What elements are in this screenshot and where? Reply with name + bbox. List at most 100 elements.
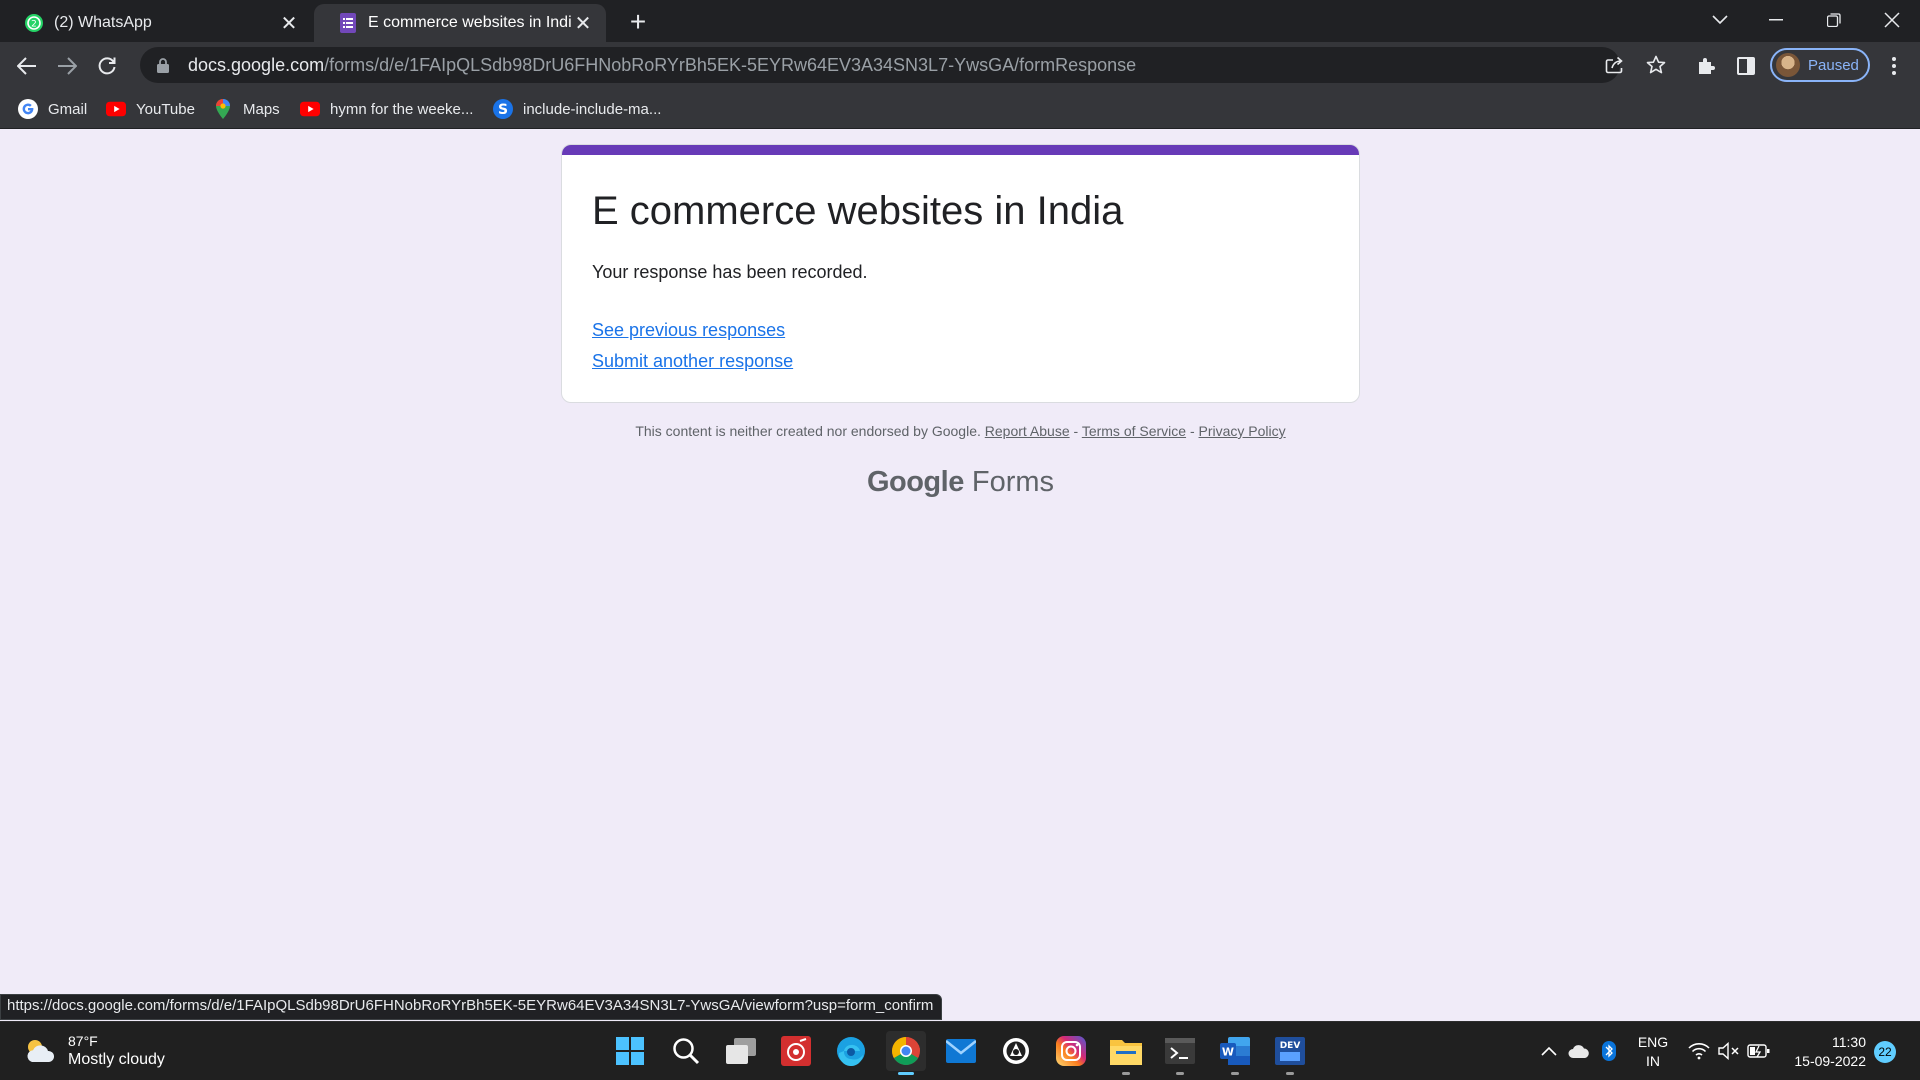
file-explorer-icon[interactable]: [1106, 1031, 1146, 1075]
svg-text:W: W: [1222, 1046, 1234, 1059]
close-tab-icon[interactable]: ✕: [572, 12, 594, 35]
form-accent-bar: [562, 145, 1359, 155]
windows-start-icon[interactable]: [610, 1031, 650, 1071]
tab-google-form[interactable]: E commerce websites in India ✕: [314, 4, 606, 42]
close-window-icon[interactable]: [1864, 0, 1920, 40]
url-text: docs.google.com/forms/d/e/1FAIpQLSdb98Dr…: [188, 55, 1136, 76]
form-confirmation-card: E commerce websites in India Your respon…: [561, 144, 1360, 403]
chrome-icon[interactable]: [886, 1031, 926, 1075]
running-indicator: [1286, 1072, 1294, 1075]
maps-icon: [213, 99, 233, 119]
separator: -: [1069, 423, 1082, 439]
browser-toolbar: docs.google.com/forms/d/e/1FAIpQLSdb98Dr…: [0, 42, 1920, 88]
svg-text:2: 2: [31, 20, 37, 30]
running-indicator: [1231, 1072, 1239, 1075]
volume-muted-icon[interactable]: [1716, 1038, 1742, 1064]
lock-icon[interactable]: [154, 56, 172, 74]
tab-whatsapp[interactable]: 2 (2) WhatsApp ✕: [0, 4, 312, 42]
language-code: ENG: [1637, 1034, 1669, 1050]
see-previous-responses-link[interactable]: See previous responses: [592, 320, 785, 341]
edge-icon[interactable]: [831, 1031, 871, 1071]
tab-title: (2) WhatsApp: [54, 14, 152, 31]
bookmark-include[interactable]: S include-include-ma...: [493, 96, 661, 122]
google-forms-logo[interactable]: Google Forms: [561, 466, 1360, 499]
onedrive-cloud-icon[interactable]: [1566, 1038, 1592, 1064]
running-indicator: [1176, 1072, 1184, 1075]
app-circle-icon[interactable]: [996, 1031, 1036, 1071]
bookmark-maps[interactable]: Maps: [213, 96, 280, 122]
privacy-policy-link[interactable]: Privacy Policy: [1199, 423, 1286, 439]
clock-time: 11:30: [1832, 1034, 1866, 1050]
kebab-menu-icon[interactable]: [1878, 50, 1910, 82]
bookmark-hymn[interactable]: hymn for the weeke...: [300, 96, 473, 122]
form-title: E commerce websites in India: [592, 189, 1124, 233]
youtube-icon: [300, 99, 320, 119]
bookmark-label: hymn for the weeke...: [330, 100, 474, 118]
search-icon[interactable]: [666, 1031, 706, 1071]
active-indicator: [898, 1072, 914, 1075]
cloudy-weather-icon: [22, 1036, 58, 1066]
terminal-icon[interactable]: [1160, 1031, 1200, 1075]
avatar: [1776, 53, 1800, 77]
taskbar: 87°F Mostly cloudy W DEV ENG IN 11:30 15…: [0, 1021, 1920, 1080]
bookmark-label: include-include-ma...: [523, 100, 662, 118]
profile-button[interactable]: Paused: [1770, 48, 1870, 82]
forward-icon[interactable]: [50, 49, 84, 83]
close-tab-icon[interactable]: ✕: [278, 12, 300, 35]
task-view-icon[interactable]: [721, 1031, 761, 1071]
bookmark-label: Maps: [243, 100, 280, 118]
url-host: docs.google.com: [188, 54, 325, 75]
tab-strip: 2 (2) WhatsApp ✕ E commerce websites in …: [0, 0, 1920, 42]
bookmark-label: Gmail: [48, 100, 88, 118]
bookmark-label: YouTube: [136, 100, 195, 118]
bookmark-gmail[interactable]: Gmail: [18, 96, 87, 122]
svg-text:DEV: DEV: [1280, 1041, 1301, 1051]
language-indicator[interactable]: ENG IN: [1636, 1033, 1670, 1071]
address-bar[interactable]: docs.google.com/forms/d/e/1FAIpQLSdb98Dr…: [140, 47, 1620, 83]
app-red-icon[interactable]: [776, 1031, 816, 1071]
notification-badge[interactable]: 22: [1874, 1041, 1896, 1063]
profile-status-label: Paused: [1808, 56, 1859, 74]
dev-icon[interactable]: DEV: [1270, 1031, 1310, 1075]
bookmark-star-icon[interactable]: [1642, 51, 1670, 79]
side-panel-icon[interactable]: [1730, 50, 1762, 82]
instagram-icon[interactable]: [1051, 1031, 1091, 1071]
word-icon[interactable]: W: [1215, 1031, 1255, 1075]
tab-search-chevron-icon[interactable]: [1692, 0, 1748, 40]
battery-charging-icon[interactable]: [1746, 1038, 1772, 1064]
extensions-icon[interactable]: [1690, 50, 1722, 82]
brand-forms: Forms: [971, 466, 1055, 498]
minimize-icon[interactable]: [1748, 0, 1804, 40]
disclaimer-text: This content is neither created nor endo…: [635, 423, 981, 439]
status-url: https://docs.google.com/forms/d/e/1FAIpQ…: [7, 997, 934, 1014]
bookmark-youtube[interactable]: YouTube: [106, 96, 195, 122]
weather-condition: Mostly cloudy: [68, 1051, 165, 1068]
tab-title: E commerce websites in India: [368, 14, 572, 31]
google-forms-icon: [338, 13, 358, 33]
reload-icon[interactable]: [90, 49, 124, 83]
s-icon: S: [493, 99, 513, 119]
new-tab-button[interactable]: +: [622, 6, 654, 38]
chevron-up-icon[interactable]: [1536, 1038, 1562, 1064]
form-footer: This content is neither created nor endo…: [561, 423, 1360, 439]
svg-text:S: S: [498, 102, 508, 118]
share-icon[interactable]: [1601, 51, 1629, 79]
system-clock[interactable]: 11:30 15-09-2022: [1782, 1033, 1866, 1071]
back-icon[interactable]: [10, 49, 44, 83]
keyboard-region: IN: [1646, 1053, 1660, 1069]
weather-temperature: 87°F: [68, 1033, 98, 1049]
report-abuse-link[interactable]: Report Abuse: [985, 423, 1070, 439]
mail-icon[interactable]: [941, 1031, 981, 1071]
terms-of-service-link[interactable]: Terms of Service: [1082, 423, 1186, 439]
clock-date: 15-09-2022: [1794, 1053, 1866, 1069]
youtube-icon: [106, 99, 126, 119]
bluetooth-icon[interactable]: [1596, 1038, 1622, 1064]
separator: -: [1186, 423, 1199, 439]
restore-icon[interactable]: [1806, 0, 1862, 40]
google-icon: [18, 99, 38, 119]
submit-another-response-link[interactable]: Submit another response: [592, 351, 793, 372]
weather-widget[interactable]: 87°F Mostly cloudy: [22, 1032, 165, 1070]
bookmarks-bar: Gmail YouTube Maps hymn for the weeke...…: [0, 88, 1920, 129]
wifi-icon[interactable]: [1686, 1038, 1712, 1064]
confirmation-message: Your response has been recorded.: [592, 262, 868, 282]
